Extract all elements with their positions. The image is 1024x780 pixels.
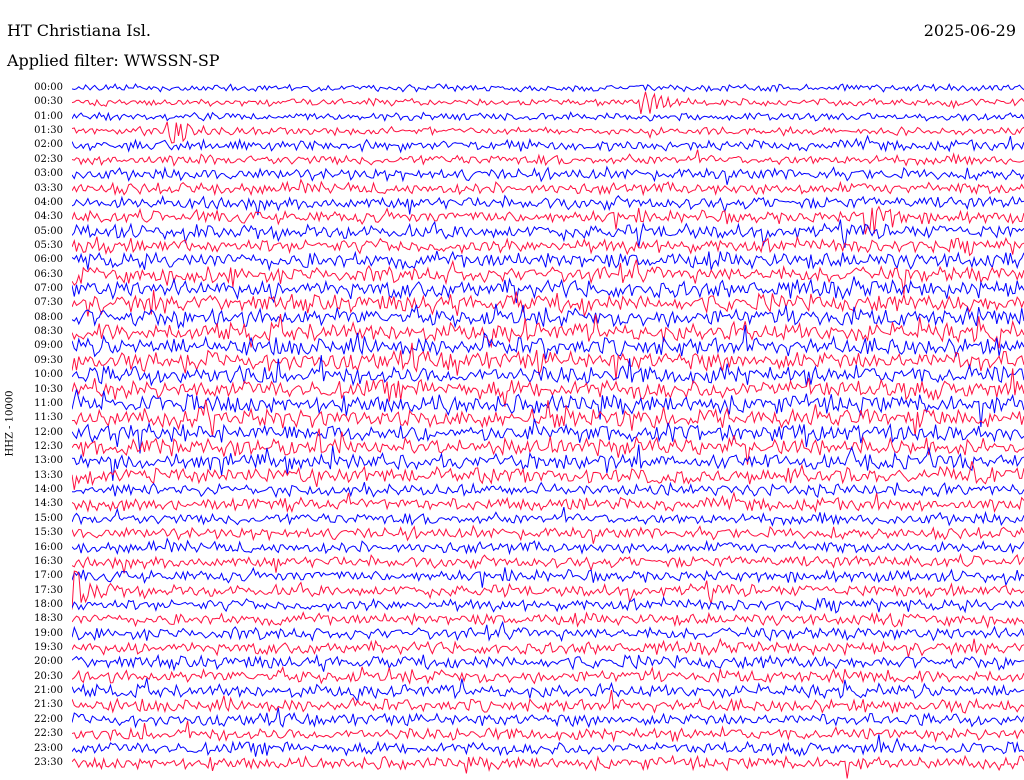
y-tick-label: 09:00 bbox=[34, 340, 63, 352]
y-tick-label: 07:00 bbox=[34, 283, 63, 295]
y-tick-label: 03:30 bbox=[34, 182, 63, 194]
y-tick-label: 19:30 bbox=[34, 642, 63, 654]
seismic-trace-0900 bbox=[72, 324, 1024, 360]
seismic-trace-0100 bbox=[72, 111, 1024, 122]
y-tick-label: 02:30 bbox=[34, 153, 63, 165]
seismic-trace-0300 bbox=[72, 165, 1024, 185]
station-title: HT Christiana Isl. bbox=[7, 21, 151, 40]
y-tick-label: 00:00 bbox=[34, 82, 63, 93]
seismic-trace-0500 bbox=[72, 219, 1024, 248]
seismic-trace-0230 bbox=[72, 149, 1024, 167]
seismic-trace-2100 bbox=[72, 678, 1024, 703]
seismic-trace-0200 bbox=[72, 134, 1024, 154]
y-tick-label: 10:00 bbox=[34, 369, 63, 381]
y-tick-label: 22:00 bbox=[34, 713, 63, 725]
filter-label: Applied filter: WWSSN-SP bbox=[7, 51, 220, 70]
y-tick-label: 00:30 bbox=[34, 96, 63, 108]
date-label: 2025-06-29 bbox=[923, 21, 1016, 40]
seismic-trace-1930 bbox=[72, 637, 1024, 658]
y-tick-label: 08:30 bbox=[34, 326, 63, 338]
y-tick-label: 07:30 bbox=[34, 297, 63, 309]
y-tick-label: 23:30 bbox=[34, 756, 63, 768]
y-tick-label: 10:30 bbox=[34, 383, 63, 395]
y-tick-label: 18:00 bbox=[34, 598, 63, 610]
y-tick-label: 03:00 bbox=[34, 168, 63, 180]
y-tick-label: 16:00 bbox=[34, 541, 63, 553]
seismic-trace-0430 bbox=[72, 205, 1024, 235]
y-tick-label: 17:30 bbox=[34, 584, 63, 596]
y-tick-label: 17:00 bbox=[34, 570, 63, 582]
seismic-trace-1700 bbox=[72, 566, 1024, 588]
y-tick-label: 23:00 bbox=[34, 742, 63, 754]
seismic-trace-1600 bbox=[72, 537, 1024, 556]
y-tick-label: 20:00 bbox=[34, 656, 63, 668]
y-tick-label: 15:30 bbox=[34, 527, 63, 539]
y-tick-label: 04:30 bbox=[34, 211, 63, 223]
seismic-trace-1800 bbox=[72, 596, 1024, 614]
y-tick-label: 13:30 bbox=[34, 469, 63, 481]
y-tick-label: 14:30 bbox=[34, 498, 63, 510]
y-tick-label: 12:30 bbox=[34, 441, 63, 452]
y-tick-label: 15:00 bbox=[34, 512, 63, 524]
seismic-trace-2030 bbox=[72, 665, 1024, 685]
y-tick-label: 16:30 bbox=[34, 555, 63, 567]
y-tick-label: 06:00 bbox=[34, 254, 63, 266]
y-tick-label: 01:00 bbox=[34, 110, 63, 122]
y-tick-label: 20:30 bbox=[34, 670, 63, 682]
seismic-trace-1430 bbox=[72, 491, 1024, 513]
seismic-trace-1900 bbox=[72, 620, 1024, 643]
seismic-trace-1630 bbox=[72, 552, 1024, 574]
seismic-trace-0730 bbox=[72, 290, 1024, 319]
y-tick-label: 02:00 bbox=[34, 139, 63, 151]
seismic-trace-0130 bbox=[72, 121, 1024, 144]
seismic-trace-0030 bbox=[72, 91, 1024, 114]
y-tick-label: 09:30 bbox=[34, 354, 63, 366]
seismic-trace-1830 bbox=[72, 611, 1024, 629]
y-tick-label: 13:00 bbox=[34, 455, 63, 467]
seismic-trace-0000 bbox=[72, 83, 1024, 93]
y-tick-label: 22:30 bbox=[34, 728, 63, 740]
y-tick-label: 18:30 bbox=[34, 613, 63, 625]
y-tick-label: 05:00 bbox=[34, 225, 63, 237]
seismic-trace-0330 bbox=[72, 178, 1024, 197]
seismic-trace-0530 bbox=[72, 235, 1024, 257]
seismic-trace-1400 bbox=[72, 481, 1024, 499]
y-tick-label: 05:30 bbox=[34, 239, 63, 251]
seismic-trace-2330 bbox=[72, 754, 1024, 779]
seismic-trace-2000 bbox=[72, 653, 1024, 672]
y-tick-label: 21:00 bbox=[34, 685, 63, 697]
y-tick-label: 06:30 bbox=[34, 268, 63, 280]
y-tick-label: 04:00 bbox=[34, 196, 63, 208]
y-tick-label: 08:00 bbox=[34, 311, 63, 323]
y-tick-label: 19:00 bbox=[34, 627, 63, 639]
y-tick-label: 11:30 bbox=[34, 412, 63, 424]
seismogram-plot bbox=[72, 83, 1024, 779]
y-tick-label: 12:00 bbox=[34, 426, 63, 438]
y-tick-label: 14:00 bbox=[34, 484, 63, 496]
y-tick-label: 01:30 bbox=[34, 125, 63, 137]
y-tick-label: 21:30 bbox=[34, 699, 63, 711]
seismic-trace-1500 bbox=[72, 506, 1024, 527]
y-tick-label: 11:00 bbox=[34, 397, 63, 409]
